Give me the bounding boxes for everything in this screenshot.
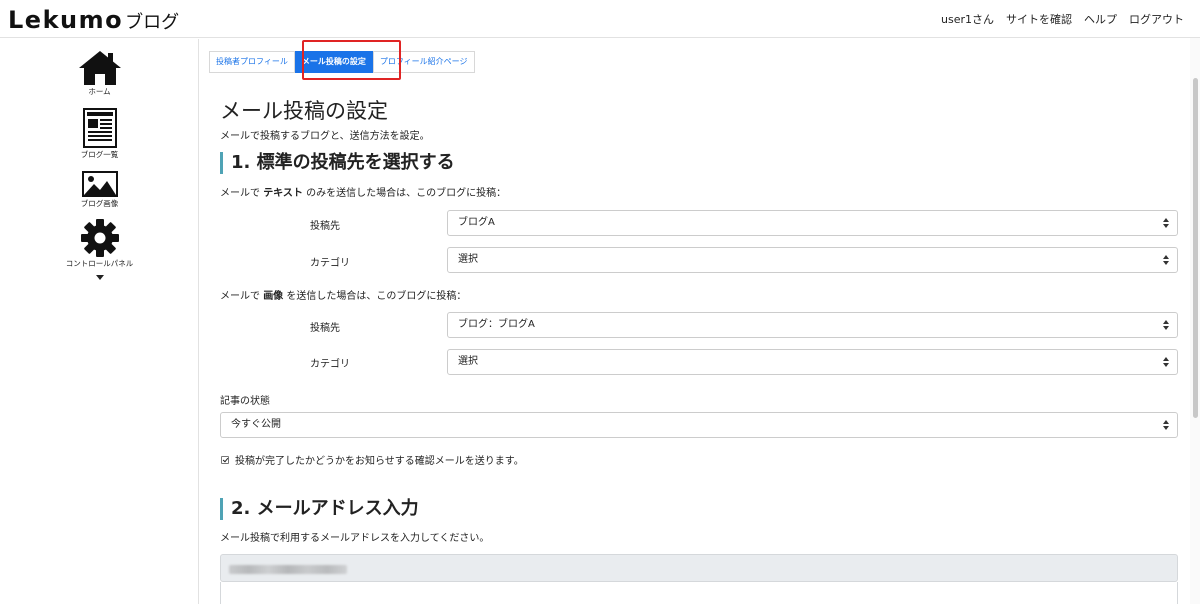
image-category-select[interactable]: 選択 bbox=[447, 349, 1178, 375]
email-address-field[interactable] bbox=[220, 554, 1178, 582]
home-icon bbox=[78, 51, 121, 85]
section-2-description: メール投稿で利用するメールアドレスを入力してください。 bbox=[220, 533, 490, 544]
select-value: ブログ：ブログA bbox=[458, 319, 535, 330]
text-post-note: メールで テキスト のみを送信した場合は、このブログに投稿： bbox=[220, 184, 506, 199]
top-nav: user1さん サイトを確認 ヘルプ ログアウト bbox=[941, 11, 1184, 27]
confirm-email-checkbox[interactable] bbox=[221, 455, 229, 464]
text-category-select[interactable]: 選択 bbox=[447, 247, 1178, 273]
select-value: 今すぐ公開 bbox=[231, 419, 281, 430]
tab-profile-intro-page[interactable]: プロフィール紹介ページ bbox=[372, 51, 475, 73]
sidebar-item-label: ブログ一覧 bbox=[80, 150, 119, 159]
post-status-select[interactable]: 今すぐ公開 bbox=[220, 412, 1178, 438]
view-site-link[interactable]: サイトを確認 bbox=[1006, 11, 1072, 27]
image-category-label: カテゴリ bbox=[310, 359, 350, 370]
page-description: メールで投稿するブログと、送信方法を設定。 bbox=[220, 131, 430, 142]
email-input-area[interactable] bbox=[220, 582, 1178, 604]
top-header: Lekumo ブログ user1さん サイトを確認 ヘルプ ログアウト bbox=[0, 0, 1200, 38]
sidebar-item-blog-images[interactable]: ブログ画像 bbox=[0, 171, 199, 209]
note-text: メールで bbox=[220, 291, 260, 302]
text-destination-label: 投稿先 bbox=[310, 221, 340, 232]
tab-author-profile[interactable]: 投稿者プロフィール bbox=[209, 51, 295, 73]
sidebar-item-label: ホーム bbox=[88, 87, 111, 96]
sidebar-item-label: コントロールパネル bbox=[65, 259, 134, 268]
note-text: のみを送信した場合は、このブログに投稿： bbox=[306, 188, 507, 199]
profile-tabs: 投稿者プロフィール メール投稿の設定 プロフィール紹介ページ bbox=[209, 51, 475, 73]
select-value: ブログA bbox=[458, 217, 495, 228]
blog-list-icon bbox=[82, 108, 117, 148]
select-arrows-icon bbox=[1163, 218, 1169, 228]
page-scrollbar[interactable] bbox=[1190, 38, 1200, 604]
sidebar-item-control-panel[interactable]: コントロールパネル bbox=[0, 219, 199, 280]
select-arrows-icon bbox=[1163, 357, 1169, 367]
help-link[interactable]: ヘルプ bbox=[1084, 11, 1117, 27]
logo-sub-text: ブログ bbox=[125, 12, 180, 33]
image-destination-label: 投稿先 bbox=[310, 323, 340, 334]
confirm-email-option: 投稿が完了したかどうかをお知らせする確認メールを送ります。 bbox=[221, 452, 524, 467]
logo-main-text: Lekumo bbox=[8, 6, 124, 34]
section-1-title: 1. 標準の投稿先を選択する bbox=[220, 152, 455, 174]
user-menu-link[interactable]: user1さん bbox=[941, 11, 994, 27]
image-post-note: メールで 画像 を送信した場合は、このブログに投稿： bbox=[220, 287, 466, 302]
tab-mail-post-settings[interactable]: メール投稿の設定 bbox=[294, 51, 373, 73]
redacted-email-value bbox=[229, 565, 347, 574]
confirm-email-label[interactable]: 投稿が完了したかどうかをお知らせする確認メールを送ります。 bbox=[235, 452, 524, 467]
note-text: を送信した場合は、このブログに投稿： bbox=[286, 291, 467, 302]
logo[interactable]: Lekumo ブログ bbox=[8, 6, 179, 34]
sidebar: ホーム ブログ一覧 ブログ画像 コントロールパネル bbox=[0, 39, 199, 604]
note-bold-text: 画像 bbox=[263, 291, 284, 302]
note-bold-text: テキスト bbox=[263, 188, 303, 199]
select-value: 選択 bbox=[458, 356, 478, 367]
select-arrows-icon bbox=[1163, 320, 1169, 330]
image-icon bbox=[81, 171, 118, 197]
logout-link[interactable]: ログアウト bbox=[1129, 11, 1184, 27]
main-content: 投稿者プロフィール メール投稿の設定 プロフィール紹介ページ メール投稿の設定 … bbox=[209, 40, 1189, 604]
select-arrows-icon bbox=[1163, 420, 1169, 430]
page-title: メール投稿の設定 bbox=[220, 99, 388, 123]
text-destination-select[interactable]: ブログA bbox=[447, 210, 1178, 236]
text-category-label: カテゴリ bbox=[310, 258, 350, 269]
sidebar-item-blog-list[interactable]: ブログ一覧 bbox=[0, 108, 199, 160]
post-status-label: 記事の状態 bbox=[220, 396, 270, 407]
select-arrows-icon bbox=[1163, 255, 1169, 265]
sidebar-item-label: ブログ画像 bbox=[80, 199, 119, 208]
image-destination-select[interactable]: ブログ：ブログA bbox=[447, 312, 1178, 338]
gear-icon bbox=[80, 219, 119, 257]
select-value: 選択 bbox=[458, 254, 478, 265]
note-text: メールで bbox=[220, 188, 260, 199]
chevron-down-icon[interactable] bbox=[95, 275, 104, 280]
section-2-title: 2. メールアドレス入力 bbox=[220, 498, 419, 520]
scrollbar-thumb[interactable] bbox=[1193, 78, 1198, 418]
sidebar-item-home[interactable]: ホーム bbox=[0, 51, 199, 97]
